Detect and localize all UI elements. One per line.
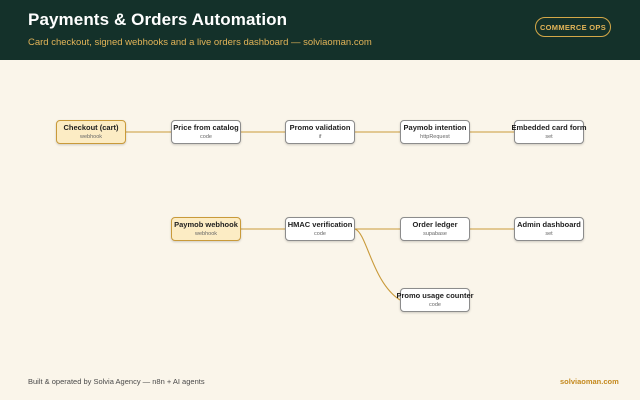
node-label: Checkout (cart) <box>63 123 119 132</box>
node-type: webhook <box>194 231 218 237</box>
node-label: Price from catalog <box>173 123 239 132</box>
footer-link[interactable]: solviaoman.com <box>560 377 619 386</box>
node-label: Paymob webhook <box>174 220 238 229</box>
workflow-edges <box>126 131 514 301</box>
node-label: Order ledger <box>412 220 458 229</box>
node-paymob[interactable]: Paymob intention httpRequest <box>400 120 470 144</box>
node-label: Promo validation <box>289 123 351 132</box>
edge-hmac-usage <box>354 228 401 301</box>
node-label: HMAC verification <box>287 220 353 229</box>
node-type: code <box>429 302 441 308</box>
node-promo[interactable]: Promo validation if <box>285 120 355 144</box>
node-usage[interactable]: Promo usage counter code <box>396 288 474 312</box>
node-type: code <box>314 231 326 237</box>
node-hmac[interactable]: HMAC verification code <box>285 217 355 241</box>
node-type: set <box>545 231 553 237</box>
node-type: webhook <box>79 134 103 140</box>
node-price[interactable]: Price from catalog code <box>171 120 241 144</box>
node-type: code <box>200 134 212 140</box>
footer-credit: Built & operated by Solvia Agency — n8n … <box>28 377 205 386</box>
node-type: httpRequest <box>420 134 450 140</box>
node-label: Admin dashboard <box>517 220 581 229</box>
node-label: Embedded card form <box>511 123 587 132</box>
node-admin[interactable]: Admin dashboard set <box>514 217 584 241</box>
node-type: set <box>545 134 553 140</box>
node-label: Promo usage counter <box>396 291 474 300</box>
node-ledger[interactable]: Order ledger supabase <box>400 217 470 241</box>
node-checkout[interactable]: Checkout (cart) webhook <box>56 120 126 144</box>
node-embedded[interactable]: Embedded card form set <box>511 120 587 144</box>
node-type: if <box>318 134 322 140</box>
node-label: Paymob intention <box>403 123 467 132</box>
node-type: supabase <box>423 231 447 237</box>
node-webhook[interactable]: Paymob webhook webhook <box>171 217 241 241</box>
